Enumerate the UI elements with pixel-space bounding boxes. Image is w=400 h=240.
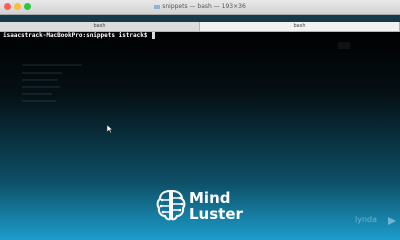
ghost-panel bbox=[338, 42, 350, 49]
logo-text-luster: Luster bbox=[189, 205, 243, 223]
prompt-text: isaacstrack-MacBookPro:snippets istrack$ bbox=[3, 32, 152, 39]
text-cursor bbox=[152, 32, 156, 39]
terminal-prompt: isaacstrack-MacBookPro:snippets istrack$ bbox=[3, 32, 156, 41]
ghost-text-line bbox=[22, 79, 58, 81]
ghost-text-line bbox=[22, 72, 62, 74]
brain-circuit-icon bbox=[156, 189, 186, 221]
ghost-text-line bbox=[22, 86, 60, 88]
logo-text-mind: Mind bbox=[189, 189, 231, 207]
ghost-text-line bbox=[22, 100, 56, 102]
window-title: snippets — bash — 193×36 bbox=[150, 1, 250, 13]
ghost-text-line bbox=[22, 64, 82, 66]
mindluster-logo: Mind Luster bbox=[156, 187, 252, 227]
tab-bash-1[interactable]: bash bbox=[0, 22, 200, 31]
maximize-window-button[interactable] bbox=[24, 3, 31, 10]
close-window-button[interactable] bbox=[4, 3, 11, 10]
mouse-pointer-icon bbox=[107, 125, 113, 133]
window-titlebar: snippets — bash — 193×36 bbox=[0, 0, 400, 15]
window-title-text: snippets — bash — 193×36 bbox=[162, 3, 246, 10]
play-icon bbox=[388, 217, 396, 225]
ghost-text-line bbox=[22, 93, 52, 95]
tab-bash-2[interactable]: bash bbox=[200, 22, 400, 31]
lynda-watermark-badge: lynda bbox=[355, 210, 397, 230]
folder-icon bbox=[154, 4, 161, 9]
minimize-window-button[interactable] bbox=[14, 3, 21, 10]
tab-bar: bash bash bbox=[0, 22, 400, 32]
badge-text: lynda bbox=[355, 215, 378, 224]
